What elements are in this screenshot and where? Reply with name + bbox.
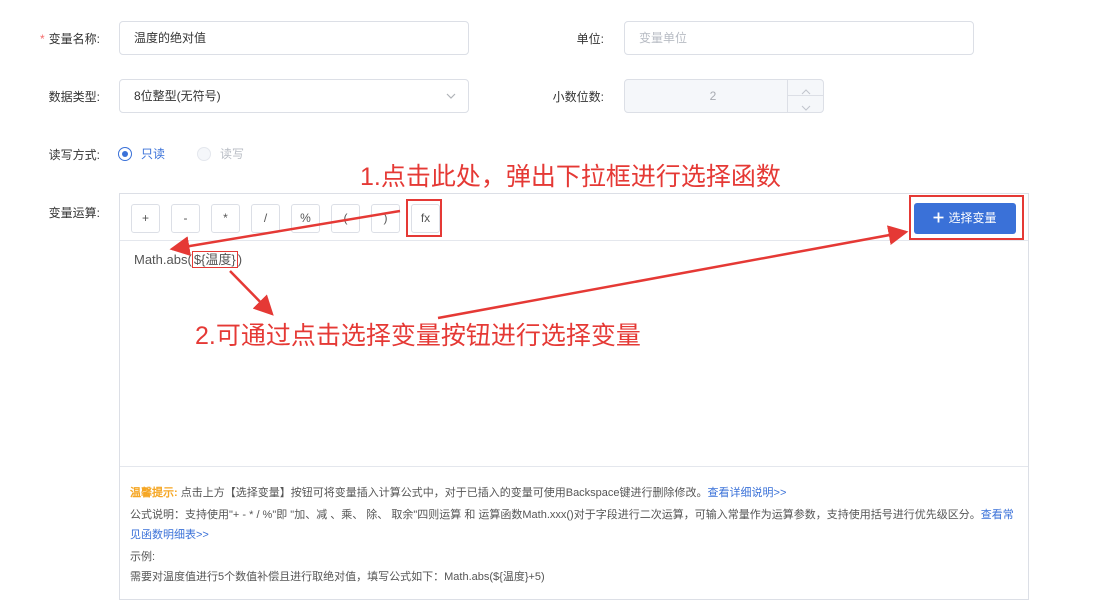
required-asterisk: * [39, 32, 45, 46]
decimal-label: 小数位数: [552, 90, 604, 104]
formula-input[interactable]: Math.abs(${温度}) [134, 249, 242, 268]
data-type-value: 8位整型(无符号) [134, 89, 221, 103]
chevron-down-icon [446, 93, 456, 99]
radio-readonly-label: 只读 [141, 147, 166, 161]
unit-label: 单位: [576, 32, 604, 46]
tips-line-1: 温馨提示: 点击上方【选择变量】按钮可将变量插入计算公式中，对于已插入的变量可使… [130, 483, 1018, 503]
rw-mode-label: 读写方式: [48, 148, 100, 162]
formula-editor: + - * / % ( ) fx 选择变量 Math.abs(${温度}) 温馨… [119, 193, 1029, 600]
decimal-value: 2 [709, 89, 717, 103]
warm-tip-title: 温馨提示: [130, 487, 178, 499]
radio-readwrite[interactable]: 读写 [197, 145, 244, 162]
operator-toolbar: + - * / % ( ) fx 选择变量 [120, 194, 1028, 241]
op-lparen-button[interactable]: ( [331, 204, 360, 233]
tips-line-2: 公式说明：支持使用"+ - * / %"即 "加、减 、乘、 除、 取余"四则运… [130, 505, 1018, 545]
formula-suffix: ) [237, 252, 243, 267]
radio-readwrite-label: 读写 [220, 147, 245, 161]
tips-line-3: 示例: [130, 551, 156, 563]
formula-variable-token[interactable]: ${温度} [191, 251, 238, 268]
tips-line-1-text: 点击上方【选择变量】按钮可将变量插入计算公式中，对于已插入的变量可使用Backs… [180, 487, 708, 499]
calc-label: 变量运算: [48, 206, 100, 220]
variable-name-input[interactable]: 温度的绝对值 [119, 21, 469, 55]
tips-line-4: 需要对温度值进行5个数值补偿且进行取绝对值，填写公式如下：Math.abs(${… [130, 571, 545, 583]
annotation-step-1: 1.点击此处，弹出下拉框进行选择函数 [360, 163, 781, 191]
op-rparen-button[interactable]: ) [371, 204, 400, 233]
op-modulo-button[interactable]: % [291, 204, 320, 233]
detail-link[interactable]: 查看详细说明>> [708, 487, 787, 499]
variable-name-label: * 变量名称: [0, 30, 100, 47]
stepper-up-icon[interactable] [788, 80, 823, 96]
radio-readonly[interactable]: 只读 [118, 145, 165, 162]
op-plus-button[interactable]: + [131, 204, 160, 233]
data-type-label: 数据类型: [48, 90, 100, 104]
unit-input[interactable]: 变量单位 [624, 21, 974, 55]
rw-radio-group: 只读 读写 [118, 145, 276, 162]
add-variable-highlight-box [909, 195, 1024, 240]
data-type-select[interactable]: 8位整型(无符号) [119, 79, 469, 113]
radio-dot [197, 146, 212, 161]
formula-prefix: Math.abs( [134, 252, 192, 267]
stepper-controls [787, 80, 823, 112]
decimal-stepper[interactable]: 2 [624, 79, 824, 113]
radio-dot [118, 146, 132, 161]
op-multiply-button[interactable]: * [211, 204, 240, 233]
fx-highlight-box [406, 199, 442, 237]
stepper-down-icon[interactable] [788, 96, 823, 112]
tips-line-2-text: 公式说明：支持使用"+ - * / %"即 "加、减 、乘、 除、 取余"四则运… [130, 509, 981, 521]
op-minus-button[interactable]: - [171, 204, 200, 233]
variable-name-label-text: 变量名称: [48, 32, 100, 46]
tips-panel: 温馨提示: 点击上方【选择变量】按钮可将变量插入计算公式中，对于已插入的变量可使… [120, 466, 1028, 600]
annotation-step-2: 2.可通过点击选择变量按钮进行选择变量 [195, 322, 641, 350]
op-divide-button[interactable]: / [251, 204, 280, 233]
